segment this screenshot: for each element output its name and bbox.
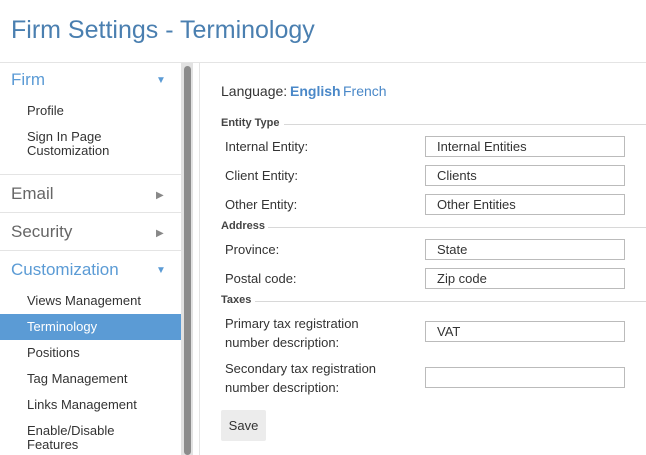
- group-label-address: Address: [221, 220, 266, 232]
- sidebar-section-security[interactable]: Security: [11, 222, 72, 242]
- postal-code-input[interactable]: [425, 268, 625, 289]
- page-title: Firm Settings - Terminology: [11, 16, 315, 44]
- scrollbar-thumb[interactable]: [184, 66, 191, 455]
- secondary-tax-label-line1: Secondary tax registration: [225, 361, 377, 376]
- sidebar-item-terminology[interactable]: Terminology: [27, 320, 97, 334]
- content-divider: [199, 63, 200, 455]
- group-label-entity-type: Entity Type: [221, 117, 280, 129]
- sidebar-item-profile[interactable]: Profile: [27, 104, 64, 118]
- sidebar-section-email[interactable]: Email: [11, 184, 54, 204]
- group-divider: [284, 124, 646, 125]
- primary-tax-input[interactable]: [425, 321, 625, 342]
- chevron-down-icon[interactable]: ▼: [156, 75, 166, 86]
- client-entity-input[interactable]: [425, 165, 625, 186]
- sidebar-item-links-management[interactable]: Links Management: [27, 398, 137, 412]
- language-label: Language:: [221, 83, 288, 99]
- primary-tax-label: Primary tax registration number descript…: [225, 314, 359, 352]
- sidebar-item-positions[interactable]: Positions: [27, 346, 80, 360]
- province-label: Province:: [225, 242, 280, 257]
- primary-tax-label-line2: number description:: [225, 335, 340, 350]
- internal-entity-label: Internal Entity:: [225, 139, 309, 154]
- group-divider: [268, 227, 646, 228]
- save-button[interactable]: Save: [221, 410, 266, 441]
- primary-tax-label-line1: Primary tax registration: [225, 316, 359, 331]
- sidebar-item-enable-disable-features[interactable]: Enable/Disable Features: [27, 424, 127, 452]
- group-label-taxes: Taxes: [221, 294, 252, 306]
- sidebar-section-customization[interactable]: Customization: [11, 260, 119, 280]
- sidebar-item-views-management[interactable]: Views Management: [27, 294, 141, 308]
- secondary-tax-input[interactable]: [425, 367, 625, 388]
- language-english-link[interactable]: English: [290, 83, 341, 99]
- client-entity-label: Client Entity:: [225, 168, 298, 183]
- internal-entity-input[interactable]: [425, 136, 625, 157]
- postal-code-label: Postal code:: [225, 271, 297, 286]
- secondary-tax-label: Secondary tax registration number descri…: [225, 359, 376, 397]
- secondary-tax-label-line2: number description:: [225, 380, 340, 395]
- chevron-right-icon[interactable]: ▶: [156, 190, 164, 201]
- sidebar-divider: [0, 250, 181, 251]
- province-input[interactable]: [425, 239, 625, 260]
- sidebar-divider: [0, 212, 181, 213]
- other-entity-input[interactable]: [425, 194, 625, 215]
- sidebar-section-firm[interactable]: Firm: [11, 70, 45, 90]
- other-entity-label: Other Entity:: [225, 197, 298, 212]
- sidebar-item-label: Enable/Disable Features: [27, 423, 115, 452]
- sidebar: Firm ▼ Profile Sign In Page Customizatio…: [0, 63, 181, 455]
- language-french-link[interactable]: French: [343, 83, 387, 99]
- sidebar-item-tag-management[interactable]: Tag Management: [27, 372, 127, 386]
- chevron-right-icon[interactable]: ▶: [156, 228, 164, 239]
- sidebar-divider: [0, 174, 181, 175]
- chevron-down-icon[interactable]: ▼: [156, 265, 166, 276]
- sidebar-item-sign-in-page-customization[interactable]: Sign In Page Customization: [27, 130, 127, 158]
- group-divider: [255, 301, 646, 302]
- sidebar-item-label: Sign In Page Customization: [27, 129, 110, 158]
